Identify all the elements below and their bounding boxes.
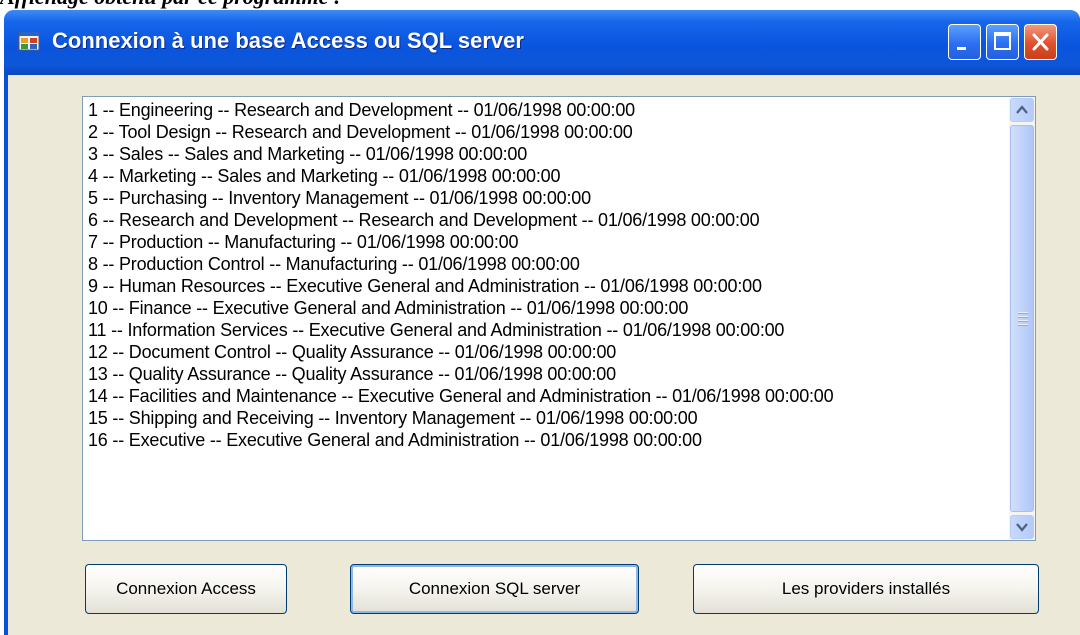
- minimize-icon: [957, 47, 966, 50]
- list-item[interactable]: 7 -- Production -- Manufacturing -- 01/0…: [88, 231, 833, 253]
- close-button[interactable]: [1024, 24, 1057, 60]
- close-icon: [1032, 33, 1049, 51]
- list-item[interactable]: 12 -- Document Control -- Quality Assura…: [88, 341, 833, 363]
- scroll-down-button[interactable]: [1010, 515, 1034, 539]
- thumb-grip: [1018, 320, 1028, 322]
- connect-sqlserver-button[interactable]: Connexion SQL server: [350, 564, 639, 614]
- results-listbox[interactable]: 1 -- Engineering -- Research and Develop…: [82, 96, 1036, 541]
- minimize-button[interactable]: [948, 24, 981, 60]
- client-area: 1 -- Engineering -- Research and Develop…: [8, 75, 1080, 635]
- results-list: 1 -- Engineering -- Research and Develop…: [88, 99, 834, 451]
- list-item[interactable]: 1 -- Engineering -- Research and Develop…: [88, 99, 833, 121]
- chevron-down-icon: [1016, 523, 1028, 532]
- maximize-icon: [994, 32, 1011, 50]
- app-window: Connexion à une base Access ou SQL serve…: [4, 10, 1080, 635]
- list-item[interactable]: 10 -- Finance -- Executive General and A…: [88, 297, 833, 319]
- thumb-grip: [1018, 312, 1028, 314]
- title-bar[interactable]: Connexion à une base Access ou SQL serve…: [4, 10, 1080, 75]
- list-item[interactable]: 6 -- Research and Development -- Researc…: [88, 209, 833, 231]
- list-item[interactable]: 14 -- Facilities and Maintenance -- Exec…: [88, 385, 834, 407]
- list-item[interactable]: 3 -- Sales -- Sales and Marketing -- 01/…: [88, 143, 833, 165]
- vertical-scrollbar[interactable]: [1009, 97, 1035, 540]
- window-title: Connexion à une base Access ou SQL serve…: [52, 28, 524, 53]
- thumb-grip: [1018, 324, 1028, 326]
- list-item[interactable]: 5 -- Purchasing -- Inventory Management …: [88, 187, 833, 209]
- app-window-icon: [18, 31, 40, 51]
- page-caption: Affichage obtenu par ce programme :: [0, 0, 341, 9]
- list-item[interactable]: 8 -- Production Control -- Manufacturing…: [88, 253, 833, 275]
- list-item[interactable]: 2 -- Tool Design -- Research and Develop…: [88, 121, 833, 143]
- list-item[interactable]: 16 -- Executive -- Executive General and…: [88, 429, 833, 451]
- list-item[interactable]: 13 -- Quality Assurance -- Quality Assur…: [88, 363, 833, 385]
- maximize-button[interactable]: [986, 24, 1019, 60]
- list-item[interactable]: 9 -- Human Resources -- Executive Genera…: [88, 275, 833, 297]
- scroll-up-button[interactable]: [1010, 98, 1034, 122]
- chevron-up-icon: [1016, 105, 1028, 114]
- thumb-grip: [1018, 316, 1028, 318]
- list-item[interactable]: 11 -- Information Services -- Executive …: [88, 319, 833, 341]
- list-item[interactable]: 15 -- Shipping and Receiving -- Inventor…: [88, 407, 833, 429]
- list-item[interactable]: 4 -- Marketing -- Sales and Marketing --…: [88, 165, 833, 187]
- installed-providers-button[interactable]: Les providers installés: [693, 564, 1039, 614]
- connect-access-button[interactable]: Connexion Access: [85, 564, 287, 614]
- scroll-thumb[interactable]: [1010, 125, 1034, 512]
